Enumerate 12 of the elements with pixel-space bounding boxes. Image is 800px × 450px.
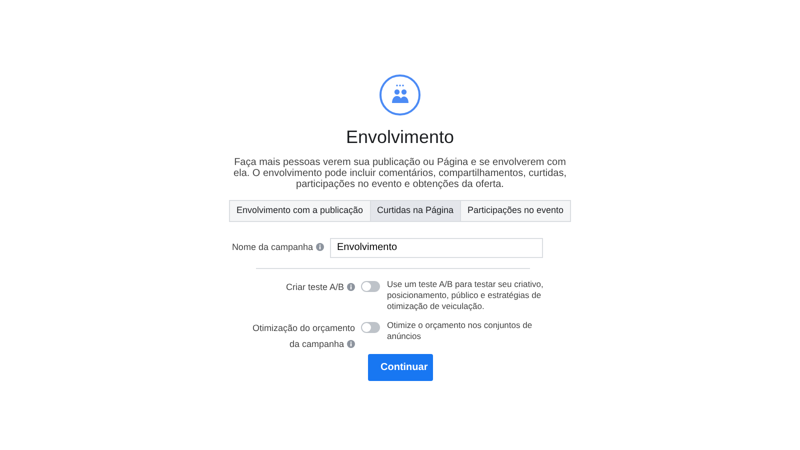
tab[interactable]: Curtidas na Página: [370, 201, 460, 220]
tab[interactable]: Envolvimento com a publicação: [230, 201, 370, 220]
toggle-label: Otimização do orçamento da campanha: [251, 322, 356, 351]
tab[interactable]: Participações no evento: [460, 201, 570, 220]
toggle-description: Otimize o orçamento nos conjuntos de anúncios: [387, 320, 534, 342]
campaign-name-field[interactable]: Envolvimento: [330, 238, 543, 258]
page-title: Envolvimento: [344, 126, 456, 149]
continue-button[interactable]: Continuar: [368, 354, 432, 380]
toggle-label: Criar teste A/B: [245, 278, 361, 294]
field-label: Nome da campanha: [225, 240, 330, 254]
toggle-description: Use um teste A/B para testar seu criativo, posicionamento, público e estratégias de otimização de veiculação.: [387, 278, 544, 312]
description-text: Faça mais pessoas verem sua publicação ou Página e se envolverem com ela. O envolvimento pode incluir comentários, compartilhamentos, curtidas, participações no evento e obtenções da oferta.: [232, 157, 568, 190]
